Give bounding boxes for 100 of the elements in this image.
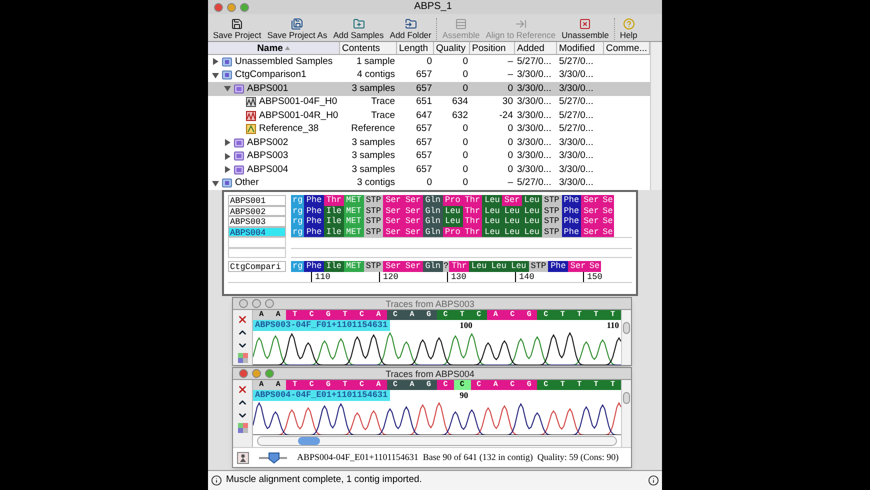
trace-icon [246, 97, 256, 108]
table-cell-text: 651 [415, 95, 433, 110]
table-cell-text: 4 contigs [356, 68, 396, 82]
toolbar-button[interactable]: Add Folder [386, 18, 434, 40]
info-icon[interactable] [648, 475, 659, 486]
table-row[interactable]: ABPS001-04F_H0 Trace 651 634 30 3/30/0... 5/27/0... [208, 96, 650, 109]
minimize-button[interactable] [252, 299, 261, 308]
residue-cell: Se [588, 261, 602, 272]
column-header[interactable]: Name [208, 42, 340, 54]
disclosure-triangle-icon[interactable] [224, 166, 231, 174]
folder-icon [222, 56, 232, 67]
table-cell-text: 0 [462, 176, 469, 190]
disclosure-triangle-icon[interactable] [224, 152, 231, 160]
sequence-label[interactable]: ABPS001 [228, 195, 286, 206]
residue-cell: Leu [482, 226, 502, 237]
close-button[interactable] [239, 369, 248, 378]
residue-cell: Se [601, 226, 614, 237]
close-button[interactable] [239, 299, 248, 308]
table-row[interactable]: ABPS001 3 samples 657 0 0 3/30/0... 3/30/0... [208, 82, 650, 96]
table-cell-text: 5/27/0... [558, 55, 594, 69]
minimize-button[interactable] [227, 2, 236, 12]
column-header[interactable]: Contents [340, 42, 397, 54]
toolbar-button[interactable]: Unassemble [558, 18, 612, 40]
column-header[interactable]: Length [397, 42, 434, 54]
table-cell-text: 3/30/0... [516, 82, 552, 96]
residue-cell: STP [364, 261, 384, 272]
scroll-thumb[interactable] [623, 322, 630, 334]
ruler-tick-label: 150 [583, 272, 632, 282]
disclosure-triangle-icon[interactable] [212, 58, 219, 66]
figure-icon[interactable] [237, 452, 249, 464]
column-header[interactable]: Position [470, 42, 515, 54]
toolbar-button[interactable]: Help [616, 18, 640, 40]
column-header[interactable]: Added [515, 42, 557, 54]
sequence-label[interactable]: ABPS004 [228, 226, 286, 237]
table-cell-text: 0 [462, 82, 469, 96]
residue-cell: Ser [568, 261, 588, 272]
minimize-button[interactable] [252, 369, 261, 378]
table-cell-text: 3 samples [350, 162, 396, 177]
empty-label-slot [228, 248, 286, 258]
vertical-scrollbar[interactable] [621, 310, 631, 365]
arrow-to-line-icon [514, 18, 527, 30]
disclosure-triangle-icon[interactable] [212, 180, 219, 187]
sequence-label[interactable]: ABPS002 [228, 206, 286, 216]
residue-cell: Gln [422, 261, 443, 272]
scroll-thumb[interactable] [623, 392, 630, 404]
ruler-tick-label: 130 [447, 272, 515, 282]
disclosure-triangle-icon[interactable] [224, 139, 231, 146]
toolbar-button[interactable]: Save Project [210, 18, 264, 40]
close-icon[interactable] [237, 314, 248, 325]
row-name: ABPS001-04R_H0 [259, 108, 338, 123]
table-cell-text: 5/27/0... [516, 55, 552, 69]
table-cell-text: 3 samples [350, 82, 396, 96]
residue-cell: rg [291, 216, 304, 226]
residue-cell: Leu [522, 216, 542, 226]
residue-cell: Ser [502, 195, 522, 206]
residue-cell: Ser [403, 206, 423, 216]
disclosure-triangle-icon[interactable] [224, 85, 231, 92]
scrollbar-track[interactable] [650, 42, 662, 190]
residue-cell: Phe [304, 206, 324, 216]
empty-label-slot [228, 237, 286, 248]
contig-icon [234, 164, 244, 175]
residue-cell: Ser [383, 226, 404, 237]
contig-icon [234, 84, 244, 94]
trace-icon [246, 110, 256, 121]
zoom-button[interactable] [265, 299, 274, 308]
sequence-label: CtgCompari [228, 261, 286, 272]
close-icon[interactable] [237, 384, 248, 395]
residue-cell: STP [542, 216, 562, 226]
table-cell-text: 657 [415, 68, 433, 82]
folder-icon [222, 178, 232, 188]
zoom-button[interactable] [240, 2, 249, 12]
disclosure-triangle-icon[interactable] [212, 72, 219, 79]
table-cell-text: 3/30/0... [516, 68, 552, 82]
table-cell-text: Trace [370, 95, 396, 110]
slider-icon[interactable] [259, 452, 287, 464]
toolbar-button[interactable]: Add Samples [330, 18, 387, 40]
status-text: Muscle alignment complete, 1 contig imported. [226, 473, 423, 488]
column-header[interactable]: Modified [557, 42, 604, 54]
residue-cell: Phe [562, 216, 582, 226]
row-name: ABPS002 [247, 136, 288, 150]
table-cell-text: Trace [370, 108, 396, 123]
table-cell-text: 3 samples [350, 136, 396, 150]
vertical-scrollbar[interactable] [621, 380, 631, 447]
table-cell-text: 657 [415, 162, 433, 177]
zoom-button[interactable] [265, 369, 274, 378]
table-cell-text: 0 [462, 136, 469, 150]
toolbar-button[interactable]: Save Project As [264, 18, 330, 40]
residue-cell: Leu [469, 261, 489, 272]
table-cell-text: 3/30/0... [558, 82, 594, 96]
column-header[interactable]: Quality [434, 42, 470, 54]
row-name: CtgComparison1 [235, 68, 306, 82]
close-button[interactable] [214, 2, 223, 12]
table-cell-text: 1 sample [355, 55, 396, 69]
sequence-label[interactable]: ABPS003 [228, 216, 286, 226]
horizontal-scrollbar[interactable] [257, 436, 617, 446]
scroll-thumb[interactable] [298, 437, 320, 445]
residue-cell: Ile [324, 216, 344, 226]
table-cell-text: 0 [462, 162, 469, 177]
table-cell-text: 0 [506, 149, 514, 164]
residue-cell: Leu [502, 216, 522, 226]
